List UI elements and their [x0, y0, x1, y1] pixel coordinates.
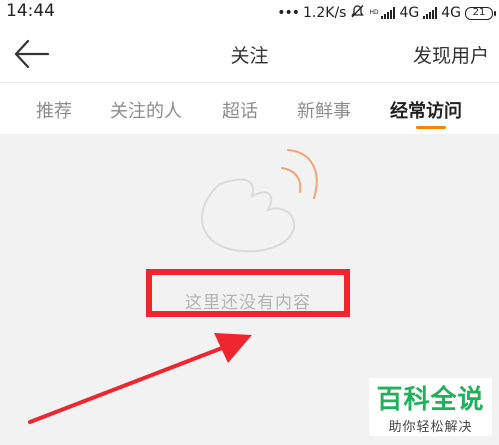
battery-level: 21	[472, 6, 486, 18]
watermark-title: 百科全说	[376, 385, 485, 415]
status-indicators: ••• 1.2K/s HD 4G 4G 21	[277, 3, 496, 23]
tab-bar: 推荐 关注的人 超话 新鲜事 经常访问	[0, 83, 499, 134]
tab-recommend[interactable]: 推荐	[36, 97, 72, 123]
watermark-badge: 百科全说 助你轻松解决	[369, 378, 492, 436]
network-type-2: 4G	[441, 5, 461, 21]
tab-whats-new[interactable]: 新鲜事	[297, 97, 351, 123]
hd-label: HD	[369, 9, 379, 16]
tab-frequently-visited-label: 经常访问	[390, 101, 462, 122]
battery-icon: 21	[465, 6, 496, 20]
tab-frequently-visited[interactable]: 经常访问	[390, 97, 462, 129]
notification-dots: •••	[277, 5, 300, 21]
status-bar: 14:44 ••• 1.2K/s HD 4G 4G 21	[0, 0, 499, 26]
signal-icon	[381, 7, 396, 19]
watermark-subtitle: 助你轻松解决	[388, 420, 473, 435]
active-tab-indicator	[416, 126, 446, 129]
network-type-1: 4G	[399, 5, 420, 21]
mute-icon	[350, 4, 365, 23]
tab-followed-people[interactable]: 关注的人	[110, 97, 182, 123]
tab-super-topic[interactable]: 超话	[222, 97, 258, 123]
nav-bar: 关注 发现用户	[0, 26, 499, 83]
network-speed: 1.2K/s	[303, 5, 347, 21]
status-time: 14:44	[6, 1, 55, 21]
discover-users-button[interactable]: 发现用户	[413, 41, 489, 68]
signal-icon	[423, 7, 438, 19]
